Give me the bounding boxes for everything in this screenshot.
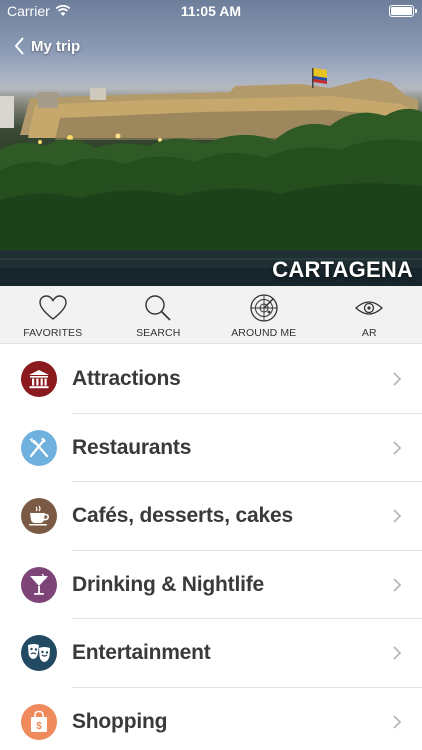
museum-icon	[29, 370, 49, 389]
category-label: Shopping	[72, 709, 168, 733]
restaurants-circle	[21, 429, 57, 466]
favorites-label: FAVORITES	[23, 327, 83, 339]
chevron-left-icon	[14, 37, 24, 55]
category-label: Drinking & Nightlife	[72, 572, 264, 596]
around-me-button[interactable]: AROUND ME	[211, 286, 317, 343]
ar-button[interactable]: AR	[317, 286, 422, 343]
theater-masks-icon	[28, 644, 50, 663]
hero-image: Carrier 11:05 AM My trip CARTAGENA	[0, 0, 422, 286]
around-me-label: AROUND ME	[231, 327, 297, 339]
coffee-cup-icon	[29, 505, 49, 526]
cocktail-icon	[30, 573, 48, 595]
chevron-right-icon	[393, 372, 402, 386]
category-restaurants[interactable]: Restaurants	[0, 414, 422, 482]
city-title: CARTAGENA	[272, 257, 413, 282]
ar-label: AR	[361, 327, 377, 339]
heart-icon	[39, 295, 67, 320]
back-button[interactable]: My trip	[14, 33, 80, 59]
quick-actions-toolbar: FAVORITES SEARCH AROUND ME AR	[0, 286, 422, 344]
shopping-bag-icon: $	[31, 710, 47, 732]
battery-icon	[389, 5, 417, 17]
magnifier-icon	[145, 295, 171, 321]
status-time: 11:05 AM	[180, 3, 242, 19]
chevron-right-icon	[393, 715, 402, 729]
svg-text:$: $	[36, 721, 42, 732]
category-entertainment[interactable]: Entertainment	[0, 619, 422, 688]
chevron-right-icon	[393, 509, 402, 523]
category-list: Attractions Restaurants Cafés, desserts,…	[0, 345, 422, 750]
drinking-circle	[21, 566, 57, 603]
category-attractions[interactable]: Attractions	[0, 345, 422, 414]
chevron-right-icon	[393, 578, 402, 592]
category-label: Restaurants	[72, 435, 192, 459]
back-button-label: My trip	[31, 37, 81, 55]
search-label: SEARCH	[136, 327, 181, 339]
category-label: Entertainment	[72, 641, 211, 665]
status-bar: Carrier 11:05 AM	[0, 0, 422, 22]
entertainment-circle	[21, 635, 57, 672]
cafes-circle	[21, 498, 57, 535]
radar-icon	[250, 294, 278, 322]
favorites-button[interactable]: FAVORITES	[0, 286, 106, 343]
category-label: Attractions	[72, 367, 181, 391]
search-button[interactable]: SEARCH	[106, 286, 212, 343]
category-shopping[interactable]: $ Shopping	[0, 688, 422, 750]
shopping-circle: $	[21, 703, 57, 740]
attractions-circle	[21, 361, 57, 398]
category-label: Cafés, desserts, cakes	[72, 504, 293, 528]
chevron-right-icon	[393, 441, 402, 455]
category-cafes[interactable]: Cafés, desserts, cakes	[0, 482, 422, 551]
fork-knife-icon	[29, 437, 49, 457]
eye-icon	[355, 301, 384, 315]
chevron-right-icon	[393, 646, 402, 660]
category-drinking-nightlife[interactable]: Drinking & Nightlife	[0, 551, 422, 619]
